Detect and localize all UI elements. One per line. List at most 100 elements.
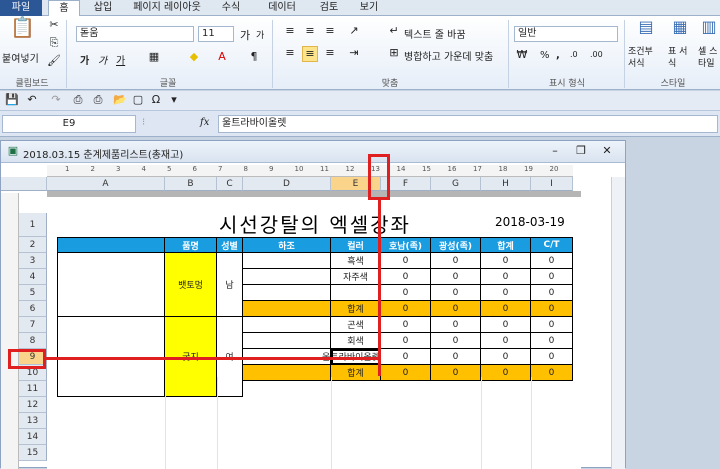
value-cell[interactable]: 0 [531,333,573,349]
header-cell[interactable]: 성별 [217,237,243,253]
tab-insert[interactable]: 삽입 [86,0,120,16]
currency-icon[interactable]: ₩ [514,48,530,64]
tab-data[interactable]: 데이터 [260,0,304,16]
row-header-2[interactable]: 2 [19,237,47,253]
value-cell[interactable]: 0 [531,269,573,285]
color-cell[interactable]: 곤색 [331,317,381,333]
align-middle-icon[interactable]: ≡ [302,24,318,40]
phonetic-icon[interactable]: ¶ [246,50,262,66]
font-size-select[interactable]: 11 [198,26,234,42]
italic-button[interactable]: 가 [98,52,107,67]
shrink-font-button[interactable]: 가 [256,28,264,41]
formula-input[interactable]: 울트라바이올렛 [218,115,718,133]
value-cell[interactable]: 0 [531,285,573,301]
comma-button[interactable]: , [556,50,560,61]
grow-font-button[interactable]: 가 [240,27,250,43]
format-painter-icon[interactable]: 🖌 [46,54,62,70]
size-cell[interactable] [243,269,331,285]
column-header-b[interactable]: B [165,177,217,191]
paste-icon[interactable]: 📋 [10,17,35,44]
bold-button[interactable]: 가 [80,52,89,67]
value-cell[interactable]: 0 [381,253,431,269]
header-cell[interactable]: 품명 [165,237,217,253]
color-cell[interactable]: 자주색 [331,269,381,285]
value-cell[interactable]: 0 [431,317,481,333]
increase-decimal-button[interactable]: .0 [570,50,578,59]
gender-cell[interactable]: 남 [217,253,243,317]
size-cell[interactable] [243,301,331,317]
vertical-scrollbar[interactable] [611,177,625,469]
header-cell[interactable]: 합계 [481,237,531,253]
value-cell[interactable]: 0 [431,333,481,349]
close-icon[interactable]: ✕ [599,144,615,160]
font-color-icon[interactable]: A [214,50,230,66]
column-header-d[interactable]: D [243,177,331,191]
conditional-format-button[interactable]: 조건부 서식 [628,46,662,70]
align-bottom-icon[interactable]: ≡ [322,24,338,40]
size-cell[interactable] [243,365,331,381]
tab-formulas[interactable]: 수식 [216,0,246,16]
align-right-icon[interactable]: ≡ [322,46,338,62]
decrease-decimal-button[interactable]: .00 [590,50,603,59]
conditional-format-icon[interactable]: ▤ [636,19,656,40]
size-cell[interactable] [243,253,331,269]
column-header-c[interactable]: C [217,177,243,191]
header-cell-a[interactable] [57,237,165,253]
value-cell[interactable]: 0 [381,317,431,333]
value-cell[interactable]: 0 [481,285,531,301]
value-cell[interactable]: 0 [381,349,431,365]
row-header-14[interactable]: 14 [19,429,47,445]
name-box[interactable]: E9 [2,115,136,133]
size-cell[interactable] [243,333,331,349]
percent-button[interactable]: % [540,50,550,61]
name-box-dropdown-icon[interactable]: ⁝ [142,117,145,128]
indent-icon[interactable]: ⇥ [346,46,362,62]
wrap-text-icon[interactable]: ↵ [386,24,402,40]
row-header-15[interactable]: 15 [19,445,47,461]
merge-center-button[interactable]: 병합하고 가운데 맞춤 [404,48,493,63]
cut-icon[interactable]: ✂ [46,18,62,34]
value-cell[interactable]: 0 [381,301,431,317]
align-top-icon[interactable]: ≡ [282,24,298,40]
column-header-h[interactable]: H [481,177,531,191]
row-header-8[interactable]: 8 [19,333,47,349]
row-header-12[interactable]: 12 [19,397,47,413]
select-all-corner[interactable] [1,177,47,191]
row-header-1[interactable]: 1 [19,213,47,237]
value-cell[interactable]: 0 [431,301,481,317]
tab-page-layout[interactable]: 페이지 레이아웃 [124,0,210,16]
color-cell[interactable]: 회색 [331,333,381,349]
size-cell[interactable] [243,317,331,333]
redo-icon[interactable]: ↷ [48,93,64,109]
color-cell[interactable]: 흑색 [331,253,381,269]
underline-button[interactable]: 가 [116,52,125,67]
value-cell[interactable]: 0 [531,253,573,269]
restore-icon[interactable]: ❐ [573,144,589,160]
tab-view[interactable]: 보기 [354,0,384,16]
header-cell[interactable]: 하조 [243,237,331,253]
size-cell[interactable] [243,285,331,301]
group-blank-cell[interactable] [57,253,165,317]
tab-file[interactable]: 파일 [0,0,42,16]
wrap-text-button[interactable]: 텍스트 줄 바꿈 [404,26,466,41]
value-cell[interactable]: 0 [531,365,573,381]
value-cell[interactable]: 0 [481,301,531,317]
border-icon[interactable]: ▦ [146,50,162,66]
product-name-cell[interactable]: 뱃토멍 [165,253,217,317]
color-cell[interactable] [331,285,381,301]
column-header-a[interactable]: A [47,177,165,191]
minimize-icon[interactable]: – [547,144,563,160]
open-folder-icon[interactable]: 📂 [112,93,128,109]
header-cell[interactable]: 광성(족) [431,237,481,253]
fill-color-icon[interactable]: ◆ [186,50,202,66]
row-header-7[interactable]: 7 [19,317,47,333]
cell-style-icon[interactable]: ▥ [700,19,718,40]
align-left-icon[interactable]: ≡ [282,46,298,62]
cell-style-button[interactable]: 셀 스타일 [698,46,720,70]
font-name-select[interactable]: 돋움 [76,26,194,42]
symbol-icon[interactable]: Ω [148,93,164,109]
value-cell[interactable]: 0 [381,333,431,349]
new-file-icon[interactable]: ▢ [130,93,146,109]
row-header-4[interactable]: 4 [19,269,47,285]
column-header-g[interactable]: G [431,177,481,191]
